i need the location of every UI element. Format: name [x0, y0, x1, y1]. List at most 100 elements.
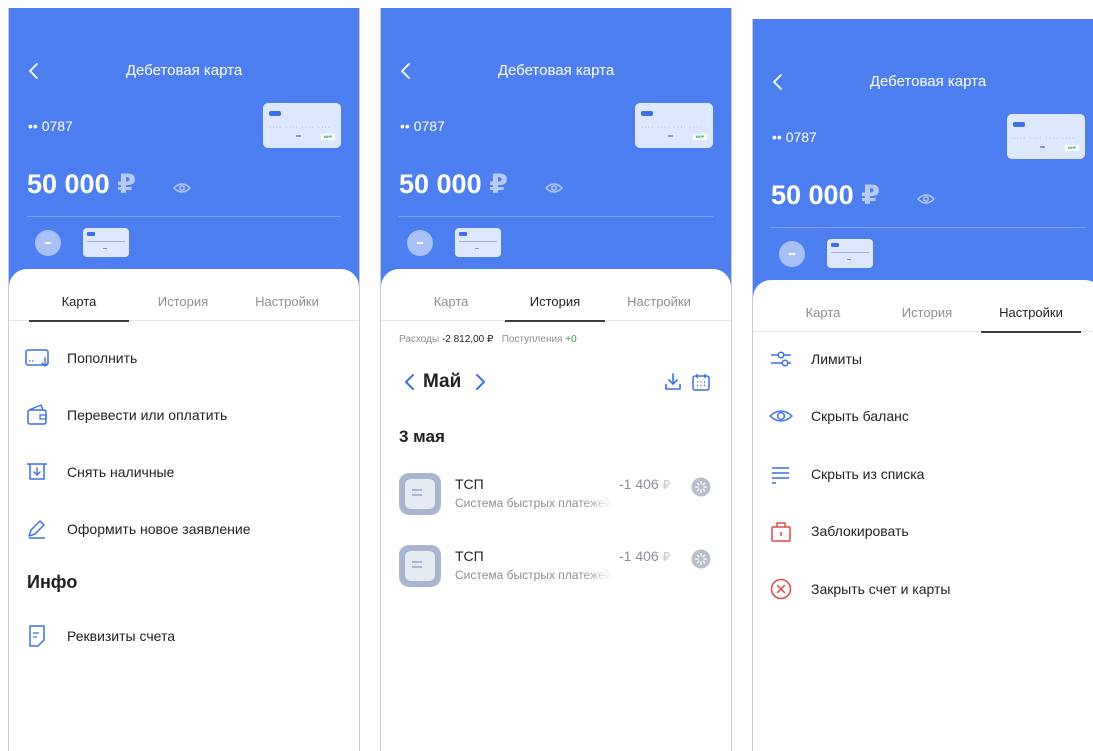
- close-account-button[interactable]: Закрыть счет и карты: [753, 570, 1093, 610]
- card-number-mask: ···· ···· ···· ····: [641, 124, 704, 131]
- tab-card[interactable]: Карта: [29, 294, 129, 322]
- block-button[interactable]: Заблокировать: [753, 512, 1093, 552]
- account-circle-icon[interactable]: [407, 230, 433, 256]
- transaction-row[interactable]: ТСП Система быстрых платежей -1 406 ₽: [381, 545, 731, 597]
- calendar-button[interactable]: [691, 372, 711, 392]
- wallet-icon: [25, 404, 51, 426]
- hide-balance-button[interactable]: Скрыть баланс: [753, 397, 1093, 437]
- transaction-title: ТСП: [455, 548, 484, 564]
- card-number-line: [459, 241, 497, 242]
- balance-amount: 50 000 ₽: [771, 180, 880, 211]
- income-value: +0: [565, 334, 577, 345]
- tab-history[interactable]: История: [133, 294, 233, 320]
- download-button[interactable]: [663, 372, 683, 392]
- month-label: Май: [423, 371, 462, 392]
- header-divider: [399, 216, 713, 217]
- balance-amount: 50 000 ₽: [27, 169, 136, 200]
- income-label: Поступления: [501, 334, 563, 345]
- chevron-left-icon: [405, 374, 414, 390]
- amount-currency: ₽: [662, 550, 671, 564]
- page-title: Дебетовая карта: [125, 62, 243, 79]
- card-brand-logo: МИР: [1065, 145, 1079, 151]
- card-dash: [1040, 146, 1045, 148]
- content-sheet: Карта История Настройки Лимиты Скрыть ба…: [753, 280, 1093, 751]
- account-number: •• 0787: [400, 118, 445, 134]
- card-chip: [1013, 122, 1025, 127]
- menu-item-label: Реквизиты счета: [67, 628, 175, 644]
- account-details-button[interactable]: Реквизиты счета: [9, 617, 359, 657]
- menu-item-label: Пополнить: [67, 350, 138, 366]
- card-header: Дебетовая карта •• 0787 ···· ···· ···· ·…: [9, 8, 359, 288]
- tab-card[interactable]: Карта: [401, 294, 501, 320]
- card-header: Дебетовая карта •• 0787 ···· ···· ···· ·…: [381, 8, 731, 288]
- balance-amount: 50 000 ₽: [399, 169, 508, 200]
- card-image[interactable]: ···· ···· ···· ···· МИР: [1007, 114, 1085, 159]
- sbp-badge-icon: [691, 549, 711, 569]
- card-chip: [459, 232, 467, 236]
- transaction-amount: -1 406 ₽: [619, 548, 670, 564]
- toggle-balance-button[interactable]: [545, 181, 563, 193]
- tab-history[interactable]: История: [877, 305, 977, 331]
- history-summary: Расходы -2 812,00 ₽ Поступления +0: [399, 334, 577, 345]
- page-title: Дебетовая карта: [497, 62, 615, 79]
- withdraw-icon: [25, 461, 51, 483]
- card-dash: [475, 248, 479, 249]
- toggle-balance-button[interactable]: [173, 181, 191, 193]
- document-icon: [25, 625, 51, 647]
- transaction-subtitle: Система быстрых платежей: [455, 496, 613, 510]
- limits-icon: [769, 348, 795, 370]
- menu-item-label: Скрыть из списка: [811, 466, 925, 482]
- balance-currency: ₽: [861, 180, 880, 210]
- download-icon: [665, 373, 681, 390]
- tab-settings[interactable]: Настройки: [237, 294, 337, 320]
- amount-currency: ₽: [662, 478, 671, 492]
- linked-card-thumbnail[interactable]: [455, 228, 501, 257]
- close-circle-icon: [769, 578, 795, 600]
- list-icon: [769, 463, 795, 485]
- card-dash: [103, 248, 107, 249]
- account-number: •• 0787: [28, 118, 73, 134]
- card-number-mask: ···· ···· ···· ····: [1013, 135, 1076, 142]
- limits-button[interactable]: Лимиты: [753, 340, 1093, 380]
- card-image[interactable]: ···· ···· ···· ···· МИР: [635, 103, 713, 148]
- menu-item-label: Оформить новое заявление: [67, 521, 251, 537]
- eye-icon: [917, 194, 935, 204]
- merchant-avatar-icon: [399, 473, 441, 515]
- date-group-header: 3 мая: [399, 427, 445, 446]
- tab-card[interactable]: Карта: [773, 305, 873, 331]
- tab-settings[interactable]: Настройки: [981, 305, 1081, 333]
- merchant-avatar-icon: [399, 545, 441, 587]
- toggle-balance-button[interactable]: [917, 192, 935, 204]
- screen-settings: Дебетовая карта •• 0787 ···· ···· ···· ·…: [752, 19, 1093, 751]
- next-month-button[interactable]: [473, 373, 487, 391]
- topup-icon: [25, 347, 51, 369]
- transfer-button[interactable]: Перевести или оплатить: [9, 396, 359, 436]
- eye-icon: [769, 405, 795, 427]
- menu-item-label: Заблокировать: [811, 523, 909, 539]
- card-image[interactable]: ···· ···· ···· ···· МИР: [263, 103, 341, 148]
- transaction-row[interactable]: ТСП Система быстрых платежей -1 406 ₽: [381, 473, 731, 525]
- amount-value: -1 406: [619, 476, 659, 492]
- tab-history[interactable]: История: [505, 294, 605, 322]
- linked-card-thumbnail[interactable]: [827, 239, 873, 268]
- menu-item-label: Лимиты: [811, 351, 862, 367]
- tab-bar: Карта История Настройки: [9, 269, 359, 322]
- pen-icon: [25, 518, 51, 540]
- account-number: •• 0787: [772, 129, 817, 145]
- expenses-value: -2 812,00 ₽: [441, 334, 494, 345]
- account-circle-icon[interactable]: [779, 241, 805, 267]
- card-chip: [641, 111, 653, 116]
- hide-from-list-button[interactable]: Скрыть из списка: [753, 455, 1093, 495]
- account-circle-icon[interactable]: [35, 230, 61, 256]
- calendar-icon: [692, 374, 710, 391]
- prev-month-button[interactable]: [403, 373, 417, 391]
- month-navigator: Май: [399, 369, 719, 399]
- withdraw-cash-button[interactable]: Снять наличные: [9, 453, 359, 493]
- new-application-button[interactable]: Оформить новое заявление: [9, 510, 359, 550]
- topup-button[interactable]: Пополнить: [9, 339, 359, 379]
- tab-settings[interactable]: Настройки: [609, 294, 709, 320]
- card-chip: [831, 243, 839, 247]
- tab-bar: Карта История Настройки: [753, 280, 1093, 333]
- linked-card-thumbnail[interactable]: [83, 228, 129, 257]
- menu-item-label: Закрыть счет и карты: [811, 581, 951, 597]
